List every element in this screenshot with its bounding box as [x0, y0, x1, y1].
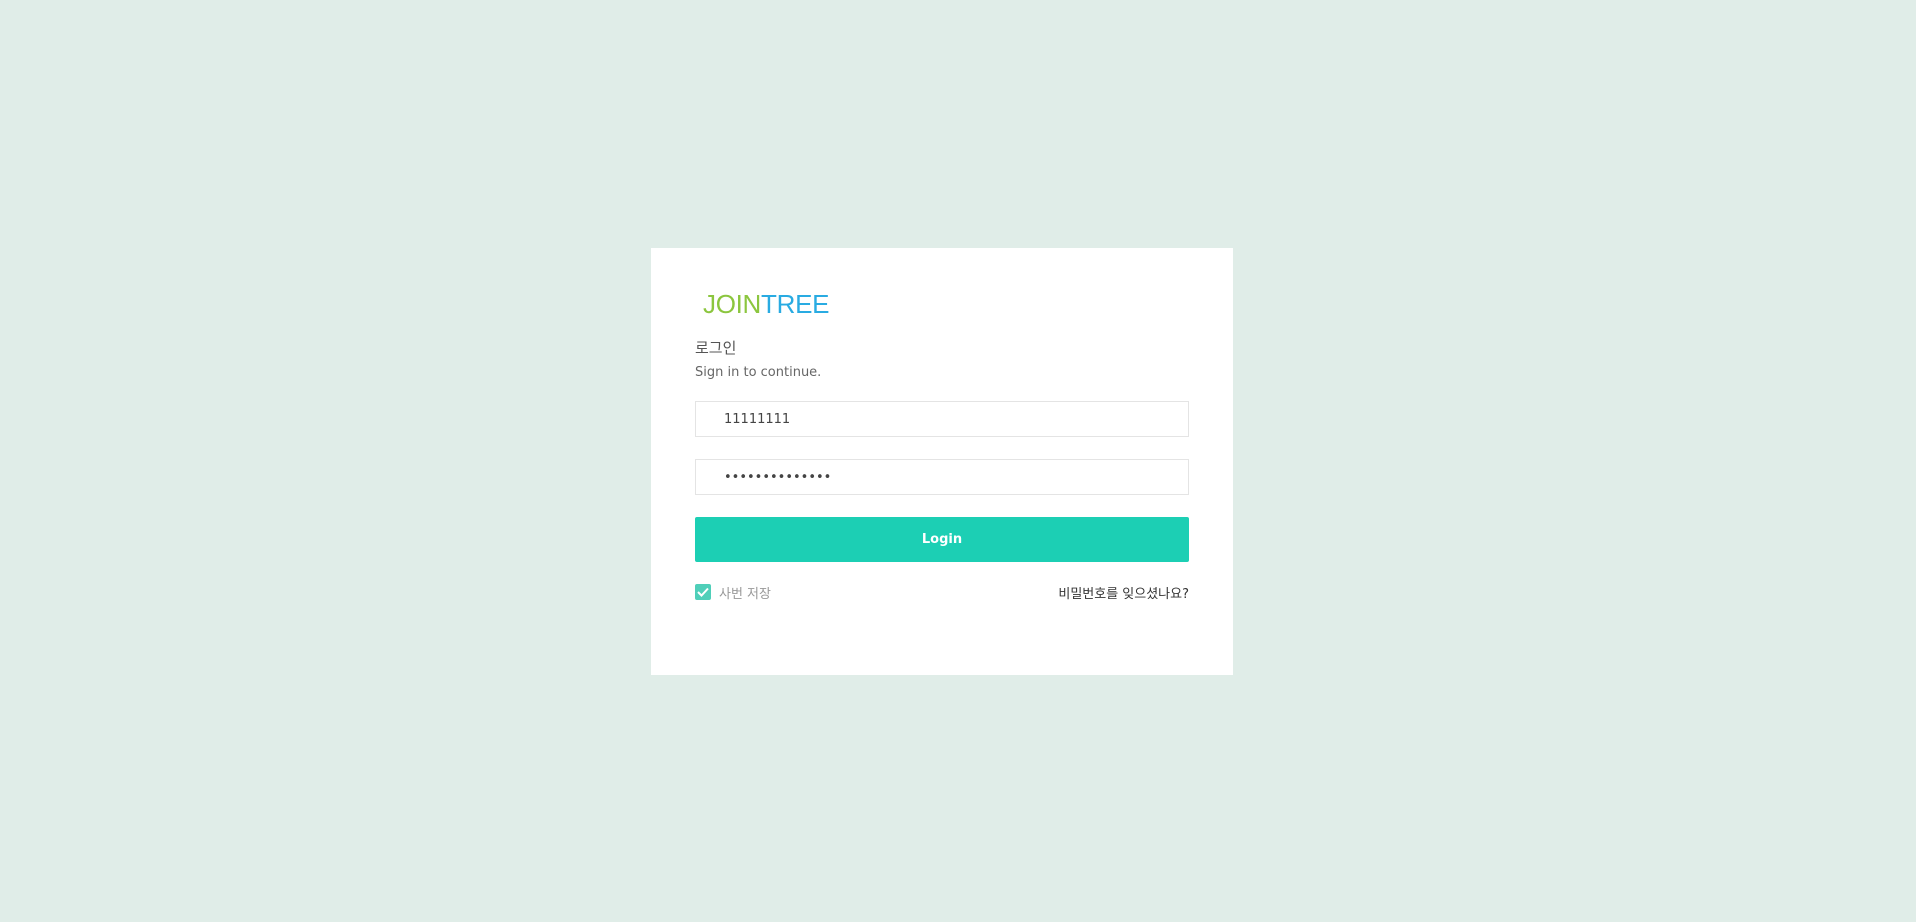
employee-id-input[interactable]	[696, 402, 1188, 436]
login-title: 로그인	[695, 339, 737, 357]
password-field	[695, 459, 1189, 495]
checkmark-icon	[697, 587, 709, 597]
login-options-row: 사번 저장 비밀번호를 잊으셨나요?	[695, 582, 1189, 602]
login-button[interactable]: Login	[695, 517, 1189, 562]
brand-logo: JOINTREE	[703, 289, 1189, 319]
remember-id-label: 사번 저장	[719, 586, 771, 602]
logo-part-join: JOIN	[703, 289, 762, 319]
remember-id-checkbox[interactable]	[695, 584, 711, 600]
login-subtitle: Sign in to continue.	[695, 365, 822, 380]
logo-part-tree: TREE	[761, 289, 830, 319]
login-card: JOINTREE 로그인 Sign in to continue. Login …	[651, 248, 1233, 675]
forgot-password-link[interactable]: 비밀번호를 잊으셨나요?	[1058, 583, 1189, 602]
password-input[interactable]	[696, 460, 1188, 494]
remember-id-option[interactable]: 사번 저장	[695, 583, 771, 602]
employee-id-field	[695, 401, 1189, 437]
